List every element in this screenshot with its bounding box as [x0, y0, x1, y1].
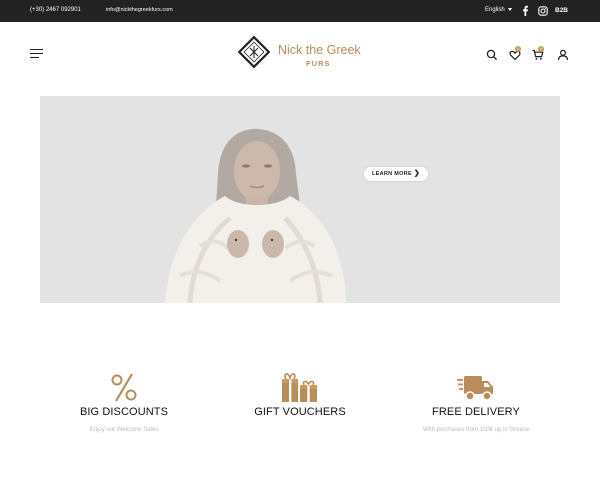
percent-icon [111, 373, 137, 402]
gift-icon [282, 373, 317, 402]
feature-gift-vouchers: GIFT VOUCHERS [210, 370, 390, 427]
email-address[interactable]: info@nickthegreekfurs.com [106, 7, 173, 13]
instagram-icon[interactable] [538, 6, 548, 16]
wishlist-count-badge: 0 [515, 46, 521, 52]
chevron-down-icon [507, 7, 512, 11]
user-account-icon[interactable] [557, 49, 569, 61]
top-bar: (+30) 2467 092901 info@nickthegreekfurs.… [0, 0, 600, 22]
language-selector[interactable]: English [485, 7, 512, 13]
hero-banner[interactable]: LEARN MORE ❯ [40, 96, 560, 303]
site-header: Nick the Greek FURS 0 0 [0, 22, 600, 88]
b2b-link[interactable]: B2B [555, 7, 568, 14]
chevron-right-icon: ❯ [413, 170, 420, 177]
cart-count-badge: 0 [538, 46, 544, 52]
brand-title[interactable]: Nick the Greek [278, 43, 361, 57]
brand-subtitle: FURS [306, 59, 331, 68]
feature-subtitle: Enjoy our Welcome Sales [89, 427, 159, 433]
feature-title: GIFT VOUCHERS [254, 406, 346, 418]
hero-model-image [165, 128, 346, 303]
learn-more-label: LEARN MORE [372, 171, 412, 177]
feature-big-discounts: BIG DISCOUNTS Enjoy our Welcome Sales [34, 370, 214, 433]
feature-subtitle: With purchases from 100€ up in Greece [422, 427, 530, 433]
feature-free-delivery: FREE DELIVERY With purchases from 100€ u… [386, 370, 566, 433]
language-label: English [485, 7, 505, 13]
feature-title: FREE DELIVERY [432, 406, 520, 418]
hamburger-menu-icon[interactable] [30, 49, 43, 59]
feature-title: BIG DISCOUNTS [79, 406, 169, 418]
learn-more-button[interactable]: LEARN MORE ❯ [364, 167, 428, 181]
phone-number[interactable]: (+30) 2467 092901 [30, 7, 81, 13]
delivery-truck-icon [457, 376, 493, 401]
facebook-icon[interactable] [521, 5, 529, 16]
logo-mark-icon[interactable] [238, 36, 270, 68]
search-icon[interactable] [486, 49, 498, 61]
